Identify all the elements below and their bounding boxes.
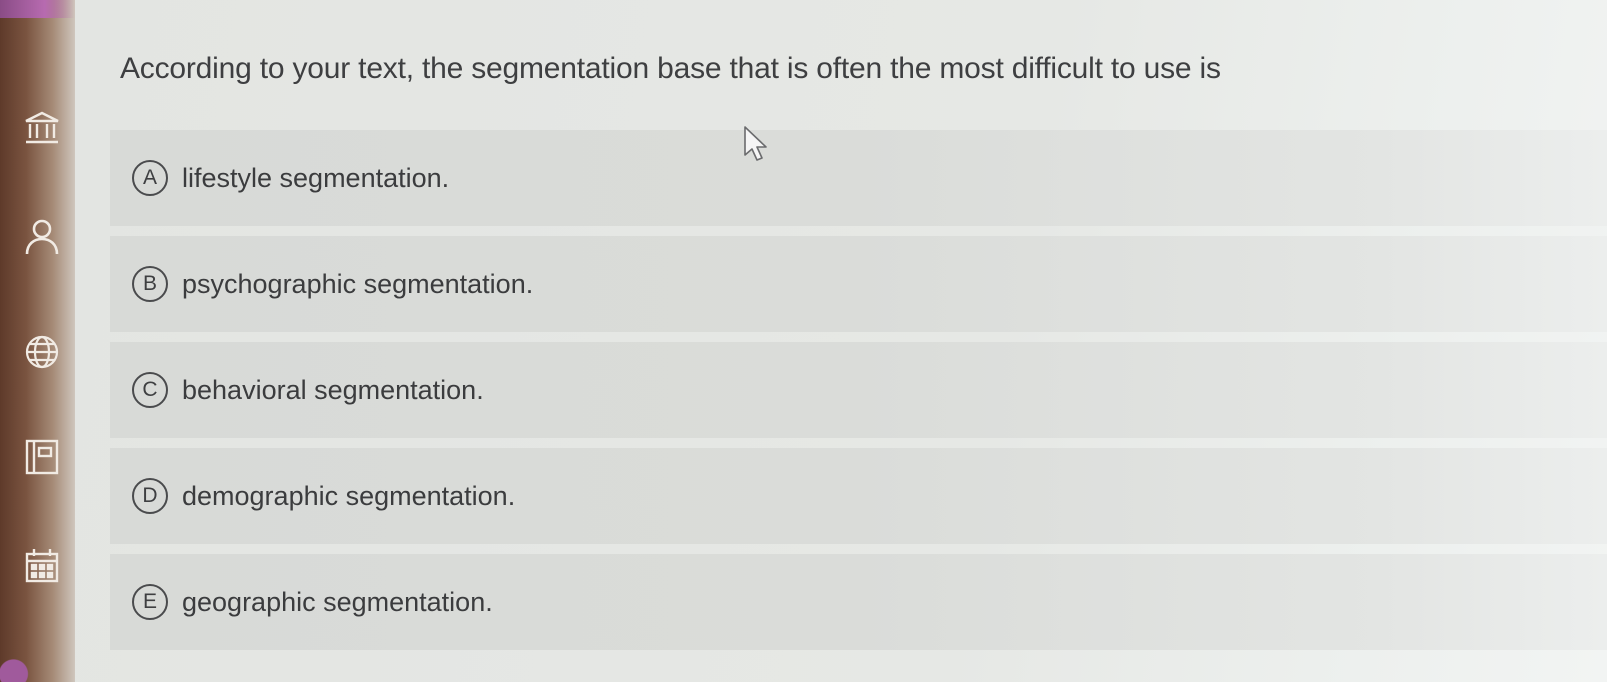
sidebar-accent-top (0, 0, 75, 18)
book-icon[interactable] (22, 436, 62, 476)
calendar-icon[interactable] (22, 545, 62, 585)
option-label: behavioral segmentation. (182, 374, 484, 405)
option-e[interactable]: E geographic segmentation. (110, 554, 1607, 650)
option-letter-badge: A (132, 160, 168, 196)
answer-options: A lifestyle segmentation. B psychographi… (110, 130, 1607, 660)
option-letter-badge: B (132, 266, 168, 302)
option-label: demographic segmentation. (182, 480, 516, 511)
option-label: psychographic segmentation. (182, 268, 534, 299)
option-b[interactable]: B psychographic segmentation. (110, 236, 1607, 332)
mouse-pointer-icon (742, 125, 774, 165)
globe-icon[interactable] (22, 332, 62, 372)
option-d[interactable]: D demographic segmentation. (110, 448, 1607, 544)
option-label: geographic segmentation. (182, 586, 493, 617)
quiz-content: According to your text, the segmentation… (75, 0, 1607, 682)
sidebar-accent-bottom (0, 655, 45, 682)
option-label: lifestyle segmentation. (182, 162, 450, 193)
left-sidebar (0, 0, 75, 682)
option-c[interactable]: C behavioral segmentation. (110, 342, 1607, 438)
option-letter-badge: D (132, 478, 168, 514)
bank-icon[interactable] (22, 108, 62, 148)
user-icon[interactable] (22, 216, 62, 256)
option-letter-badge: C (132, 372, 168, 408)
option-a[interactable]: A lifestyle segmentation. (110, 130, 1607, 226)
question-text: According to your text, the segmentation… (120, 52, 1221, 85)
option-letter-badge: E (132, 584, 168, 620)
